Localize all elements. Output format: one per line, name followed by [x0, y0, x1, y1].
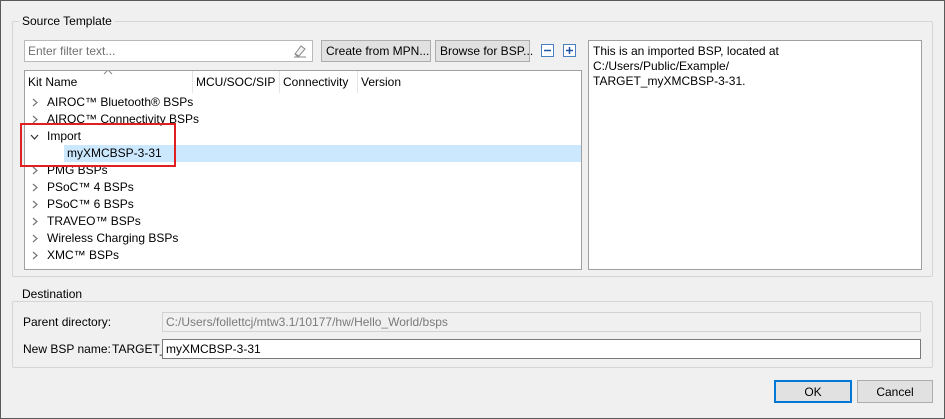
sort-ascending-icon	[103, 71, 113, 75]
tree-item-psoc6[interactable]: PSoC™ 6 BSPs	[25, 196, 581, 213]
column-mcu[interactable]: MCU/SOC/SIP	[192, 71, 279, 93]
tree-item-label: AIROC™ Bluetooth® BSPs	[47, 95, 194, 109]
filter-input[interactable]	[25, 41, 287, 61]
new-bsp-prefix: TARGET_	[112, 342, 167, 356]
chevron-right-icon[interactable]	[31, 200, 39, 209]
tree-item-traveo[interactable]: TRAVEO™ BSPs	[25, 213, 581, 230]
description-line-1: This is an imported BSP, located at C:/U…	[593, 44, 779, 73]
tree-item-airoc-bluetooth[interactable]: AIROC™ Bluetooth® BSPs	[25, 94, 581, 111]
filter-box[interactable]	[24, 40, 313, 62]
parent-directory-label: Parent directory:	[23, 315, 112, 329]
bsp-description-panel: This is an imported BSP, located at C:/U…	[588, 40, 922, 270]
column-version[interactable]: Version	[357, 71, 581, 93]
column-kit-name[interactable]: Kit Name	[25, 71, 192, 93]
tree-item-xmc[interactable]: XMC™ BSPs	[25, 247, 581, 264]
new-bsp-name-input[interactable]	[162, 339, 921, 359]
description-line-2: TARGET_myXMCBSP-3-31.	[593, 74, 746, 88]
collapse-all-icon[interactable]	[541, 44, 554, 57]
chevron-right-icon[interactable]	[31, 234, 39, 243]
expand-all-icon[interactable]	[563, 44, 576, 57]
ok-button[interactable]: OK	[774, 380, 852, 403]
cancel-button[interactable]: Cancel	[857, 380, 933, 403]
chevron-right-icon[interactable]	[31, 251, 39, 260]
parent-directory-field	[162, 312, 921, 332]
chevron-right-icon[interactable]	[31, 183, 39, 192]
annotation-highlight-box	[20, 123, 176, 167]
browse-for-bsp-button[interactable]: Browse for BSP...	[435, 40, 533, 62]
create-from-mpn-button[interactable]: Create from MPN...	[321, 40, 431, 62]
tree-header: Kit Name MCU/SOC/SIP Connectivity Versio…	[25, 71, 581, 93]
source-template-title: Source Template	[19, 14, 115, 28]
tree-item-label: PSoC™ 4 BSPs	[47, 180, 134, 194]
kit-tree[interactable]: Kit Name MCU/SOC/SIP Connectivity Versio…	[24, 70, 582, 270]
tree-item-psoc4[interactable]: PSoC™ 4 BSPs	[25, 179, 581, 196]
tree-item-label: XMC™ BSPs	[47, 248, 120, 262]
tree-item-label: TRAVEO™ BSPs	[47, 214, 141, 228]
destination-title: Destination	[19, 287, 86, 301]
clear-filter-icon[interactable]	[292, 44, 308, 58]
chevron-right-icon[interactable]	[31, 166, 39, 175]
column-connectivity[interactable]: Connectivity	[279, 71, 357, 93]
tree-item-label: Wireless Charging BSPs	[47, 231, 179, 245]
new-bsp-name-label: New BSP name:	[23, 342, 111, 356]
tree-item-wireless-charging[interactable]: Wireless Charging BSPs	[25, 230, 581, 247]
chevron-right-icon[interactable]	[31, 98, 39, 107]
chevron-right-icon[interactable]	[31, 217, 39, 226]
tree-item-label: PSoC™ 6 BSPs	[47, 197, 134, 211]
